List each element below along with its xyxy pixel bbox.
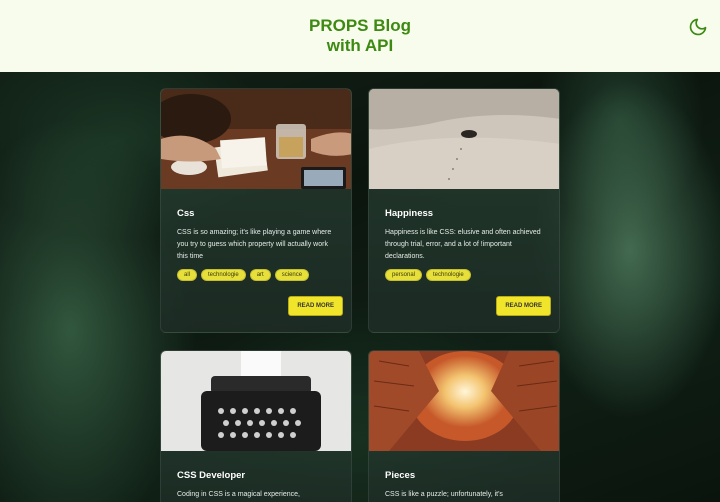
- background-leaf-image: [0, 0, 720, 502]
- post-card: Happiness Happiness is like CSS: elusive…: [368, 88, 560, 333]
- site-title: PROPS Blog with API: [308, 16, 411, 55]
- tag[interactable]: personal: [385, 269, 423, 281]
- post-image-typewriter: [161, 351, 351, 451]
- post-card: CSS Developer Coding in CSS is a magical…: [160, 350, 352, 502]
- post-card: Pieces CSS is like a puzzle; unfortunate…: [368, 350, 560, 502]
- post-title: Pieces: [385, 470, 416, 481]
- tag[interactable]: science: [274, 269, 310, 281]
- site-header: PROPS Blog with API: [0, 0, 720, 72]
- post-title: Happiness: [385, 208, 434, 219]
- post-image-buildings: [369, 351, 559, 451]
- post-excerpt: CSS is like a puzzle; unfortunately, it'…: [385, 491, 503, 498]
- post-excerpt: CSS is so amazing; it's like playing a g…: [177, 229, 332, 260]
- post-image-desk: [161, 89, 351, 189]
- post-image-desert: [369, 89, 559, 189]
- post-card: Css CSS is so amazing; it's like playing…: [160, 88, 352, 333]
- tag[interactable]: technologie: [201, 269, 246, 281]
- tag-list: personal technologie: [385, 269, 543, 281]
- post-title: CSS Developer: [177, 470, 246, 481]
- moon-icon[interactable]: [688, 17, 708, 37]
- tag[interactable]: technologie: [426, 269, 471, 281]
- post-excerpt: Happiness is like CSS: elusive and often…: [385, 229, 541, 260]
- tag[interactable]: all: [177, 269, 198, 281]
- tag-list: all technologie art science: [177, 269, 335, 281]
- read-more-button[interactable]: READ MORE: [496, 296, 551, 316]
- tag[interactable]: art: [249, 269, 271, 281]
- read-more-button[interactable]: READ MORE: [288, 296, 343, 316]
- post-excerpt: Coding in CSS is a magical experience,: [177, 491, 300, 498]
- post-title: Css: [177, 208, 195, 219]
